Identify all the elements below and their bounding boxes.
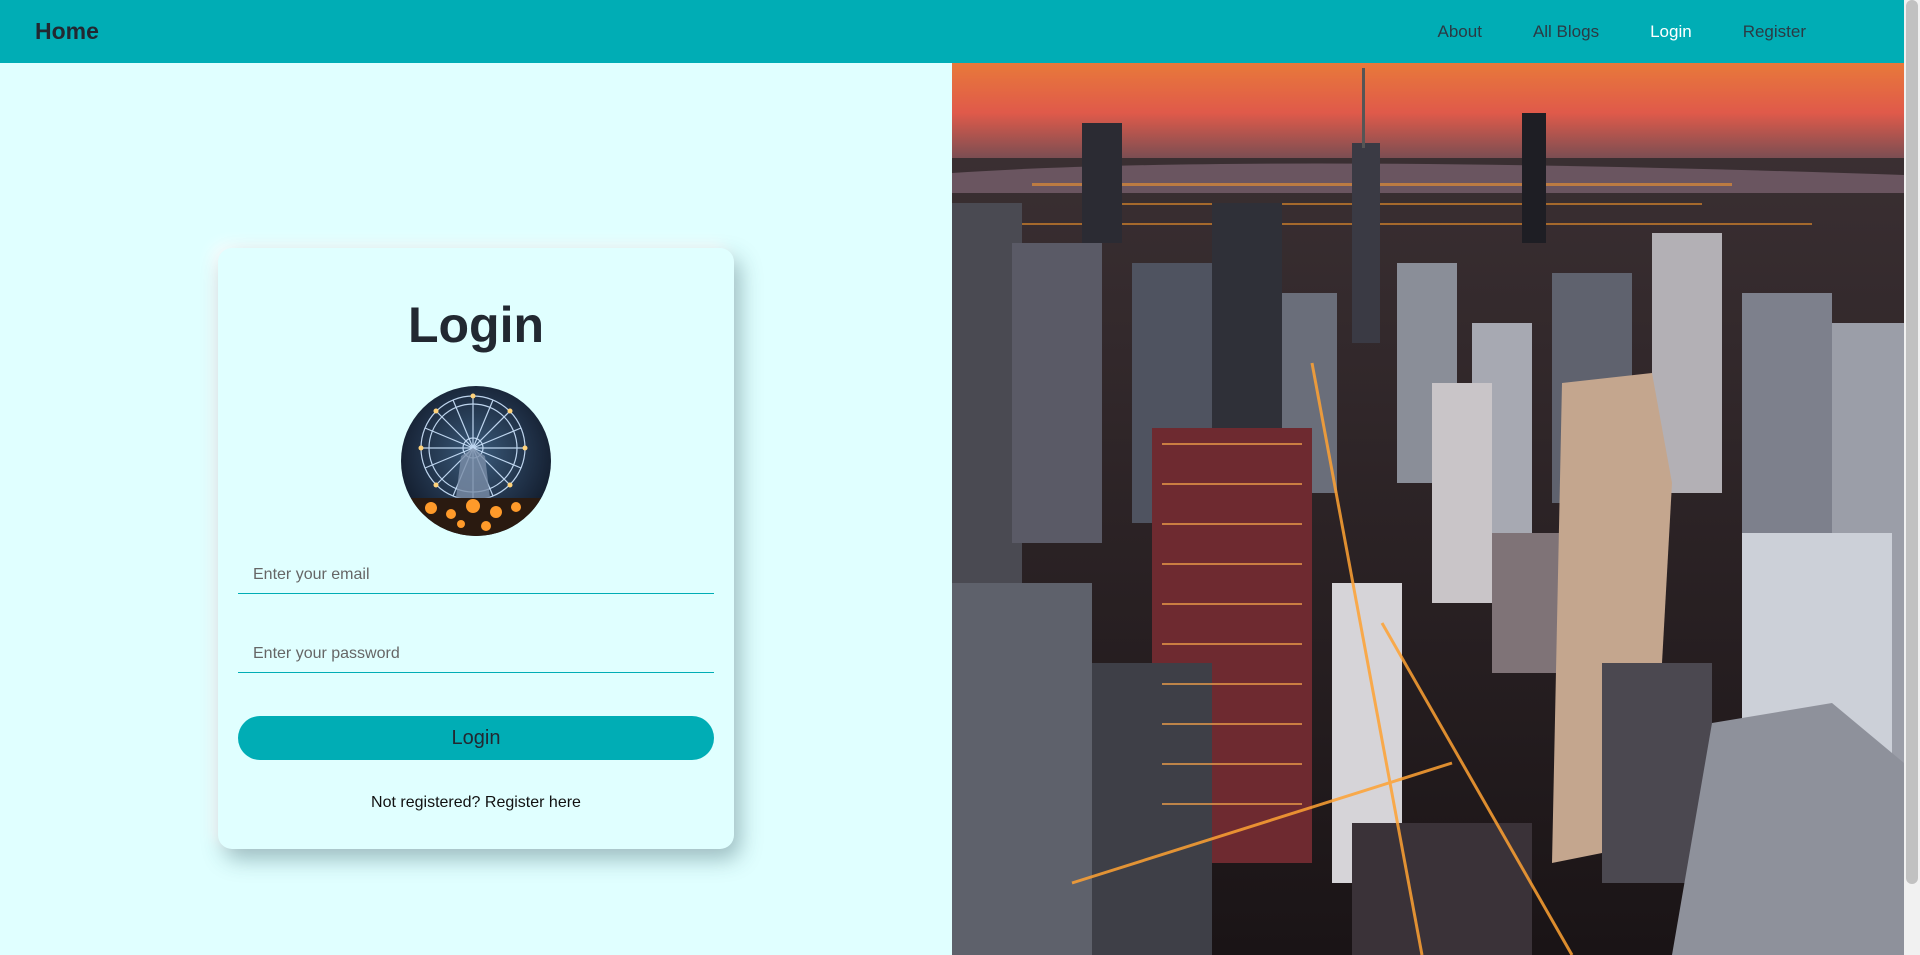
login-section: Login Enter your email Login Not registe… — [0, 63, 952, 955]
register-link[interactable]: Register here — [485, 794, 581, 811]
register-prompt-text: Not registered? — [371, 794, 481, 811]
scrollbar-thumb[interactable] — [1906, 0, 1918, 884]
ferris-wheel-avatar — [401, 386, 551, 536]
nav-link-register[interactable]: Register — [1743, 22, 1806, 42]
register-prompt: Not registered? Register here — [218, 794, 734, 812]
city-skyline-image — [952, 63, 1904, 955]
page-scrollbar[interactable] — [1904, 0, 1920, 955]
password-input[interactable] — [238, 635, 714, 673]
home-link[interactable]: Home — [35, 18, 99, 45]
nav-link-login[interactable]: Login — [1650, 22, 1692, 42]
navbar: Home About All Blogs Login Register — [0, 0, 1904, 63]
nav-link-all-blogs[interactable]: All Blogs — [1533, 22, 1599, 42]
nav-links: About All Blogs Login Register — [1387, 22, 1807, 42]
login-title: Login — [407, 297, 545, 353]
login-card: Login Enter your email Login Not registe… — [218, 248, 734, 849]
email-input[interactable] — [238, 556, 714, 594]
nav-link-about[interactable]: About — [1438, 22, 1482, 42]
login-button[interactable]: Login — [238, 716, 714, 760]
